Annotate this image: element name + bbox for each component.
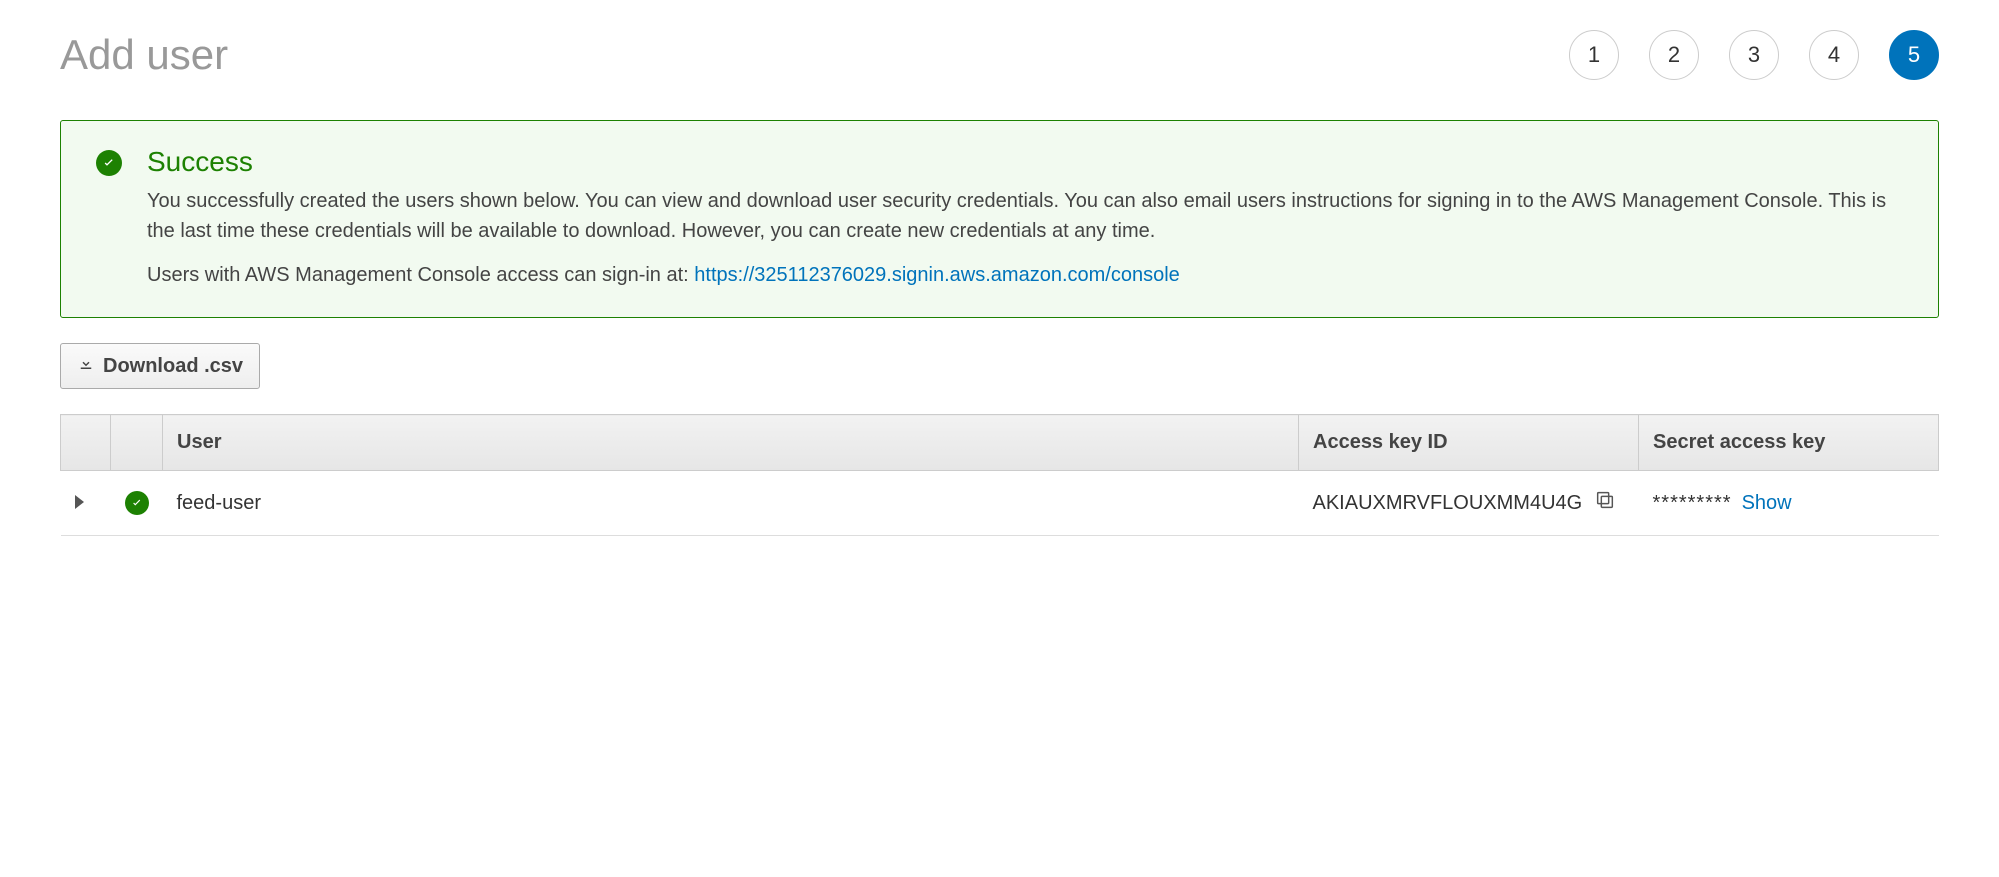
success-signin-prefix: Users with AWS Management Console access…: [147, 264, 694, 286]
show-secret-link[interactable]: Show: [1742, 492, 1792, 515]
col-expand: [61, 415, 111, 471]
success-check-icon: [96, 150, 122, 176]
console-signin-link[interactable]: https://325112376029.signin.aws.amazon.c…: [694, 264, 1180, 286]
col-user: User: [163, 415, 1299, 471]
download-csv-label: Download .csv: [103, 355, 243, 378]
download-icon: [77, 354, 95, 378]
success-title: Success: [147, 146, 1903, 178]
cell-user: feed-user: [163, 471, 1299, 536]
success-signin-line: Users with AWS Management Console access…: [147, 264, 1903, 287]
wizard-step-1[interactable]: 1: [1569, 30, 1619, 80]
page-title: Add user: [60, 31, 228, 79]
expand-row-icon[interactable]: [75, 495, 84, 509]
wizard-steps: 1 2 3 4 5: [1569, 30, 1939, 80]
success-banner: Success You successfully created the use…: [60, 120, 1939, 318]
wizard-step-4[interactable]: 4: [1809, 30, 1859, 80]
wizard-step-5[interactable]: 5: [1889, 30, 1939, 80]
row-status-success-icon: [125, 491, 149, 515]
credentials-table: User Access key ID Secret access key fee…: [60, 414, 1939, 536]
col-status: [111, 415, 163, 471]
table-row: feed-user AKIAUXMRVFLOUXMM4U4G *********…: [61, 471, 1939, 536]
download-csv-button[interactable]: Download .csv: [60, 343, 260, 389]
copy-access-key-icon[interactable]: [1594, 489, 1616, 517]
success-body-text: You successfully created the users shown…: [147, 186, 1903, 246]
wizard-step-2[interactable]: 2: [1649, 30, 1699, 80]
wizard-step-3[interactable]: 3: [1729, 30, 1779, 80]
cell-secret-masked: *********: [1653, 492, 1732, 515]
cell-access-key-id: AKIAUXMRVFLOUXMM4U4G: [1313, 492, 1583, 515]
col-secret-access-key: Secret access key: [1639, 415, 1939, 471]
col-access-key-id: Access key ID: [1299, 415, 1639, 471]
